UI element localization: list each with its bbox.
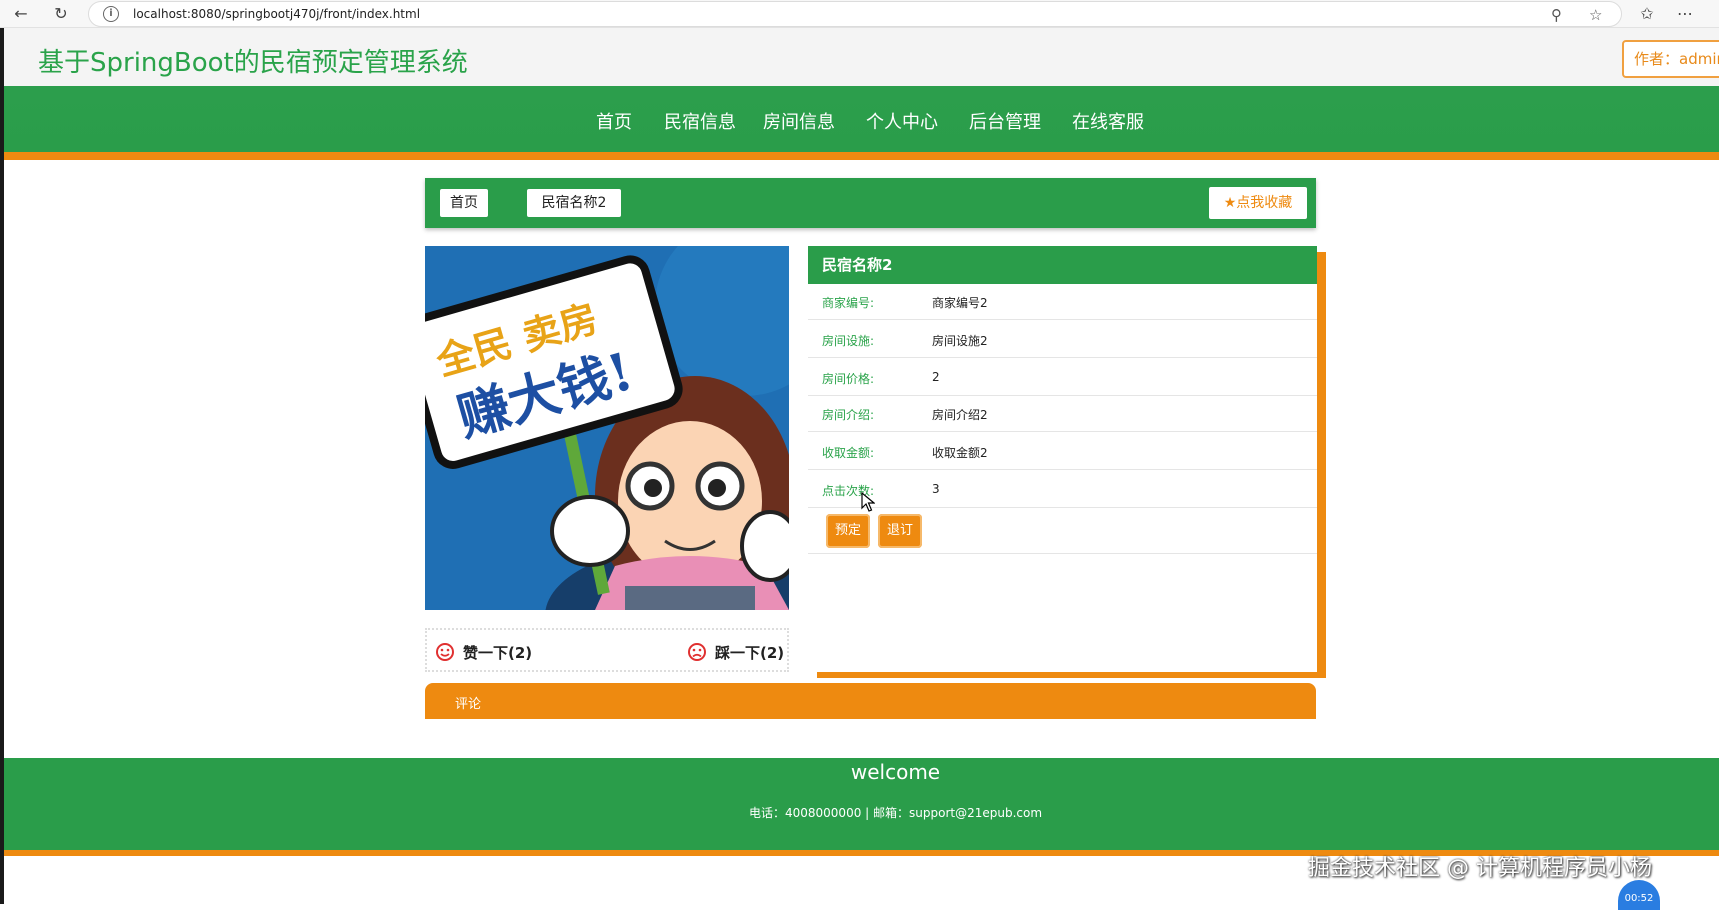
mouse-cursor-icon <box>861 492 875 512</box>
author-badge[interactable]: 作者：admin <box>1622 40 1719 78</box>
nav-item-home[interactable]: 首页 <box>596 108 632 134</box>
breadcrumb-current[interactable]: 民宿名称2 <box>527 189 621 217</box>
favorite-button[interactable]: ★点我收藏 <box>1209 187 1307 219</box>
smile-icon[interactable] <box>435 642 455 662</box>
site-info-icon[interactable]: i <box>103 6 119 22</box>
footer-title: welcome <box>850 760 941 784</box>
frown-icon[interactable] <box>687 642 707 662</box>
nav-item-support[interactable]: 在线客服 <box>1072 108 1144 134</box>
url-text: localhost:8080/springbootj470j/front/ind… <box>133 7 421 21</box>
watermark: 掘金技术社区 @ 计算机程序员小杨 <box>1308 856 1652 881</box>
detail-row: 收取金额: 收取金额2 <box>808 434 1317 470</box>
row-label: 房间设施: <box>822 334 875 348</box>
row-value: 房间设施2 <box>932 334 988 348</box>
row-value: 房间介绍2 <box>932 408 988 422</box>
breadcrumb: 首页 民宿名称2 ★点我收藏 <box>425 178 1316 228</box>
action-row: 预定 退订 <box>808 508 1317 554</box>
cartoon-illustration: 全民 卖房 赚大钱! <box>425 246 789 610</box>
reload-icon[interactable]: ↻ <box>50 3 72 25</box>
detail-row: 商家编号: 商家编号2 <box>808 284 1317 320</box>
detail-row: 房间介绍: 房间介绍2 <box>808 396 1317 432</box>
book-button[interactable]: 预定 <box>826 514 870 548</box>
cancel-booking-button[interactable]: 退订 <box>878 514 922 548</box>
row-value: 商家编号2 <box>932 296 988 310</box>
row-label: 房间价格: <box>822 372 875 386</box>
vote-bar: 赞一下(2) 踩一下(2) <box>425 628 789 672</box>
breadcrumb-home[interactable]: 首页 <box>440 189 488 217</box>
row-label: 收取金额: <box>822 446 875 460</box>
main-nav: 首页 民宿信息 房间信息 个人中心 后台管理 在线客服 <box>4 86 1719 160</box>
comment-label: 评论 <box>455 697 482 712</box>
nav-item-rooms[interactable]: 房间信息 <box>763 108 835 134</box>
more-icon[interactable]: ⋯ <box>1674 3 1696 25</box>
nav-item-homestay[interactable]: 民宿信息 <box>664 108 736 134</box>
row-label: 商家编号: <box>822 296 875 310</box>
detail-panel: 民宿名称2 商家编号: 商家编号2 房间设施: 房间设施2 房间价格: 2 房间… <box>808 246 1317 672</box>
detail-row: 房间价格: 2 <box>808 360 1317 396</box>
detail-row: 房间设施: 房间设施2 <box>808 322 1317 358</box>
favorites-icon[interactable]: ✩ <box>1636 3 1658 25</box>
footer-contact: 电话：4008000000 | 邮箱：support@21epub.com <box>748 806 1043 820</box>
nav-item-profile[interactable]: 个人中心 <box>866 108 938 134</box>
key-icon[interactable]: ⚲ <box>1551 5 1562 25</box>
row-value: 收取金额2 <box>932 446 988 460</box>
favorite-label: 点我收藏 <box>1236 195 1293 211</box>
star-filled-icon: ★ <box>1223 195 1237 211</box>
comment-section-header[interactable]: 评论 <box>425 683 1316 719</box>
address-bar[interactable]: i localhost:8080/springbootj470j/front/i… <box>88 1 1622 27</box>
detail-row: 点击次数: 3 <box>808 472 1317 508</box>
like-button[interactable]: 赞一下(2) <box>463 642 532 663</box>
site-header: 基于SpringBoot的民宿预定管理系统 作者：admin <box>4 28 1719 86</box>
row-label: 房间介绍: <box>822 408 875 422</box>
star-icon[interactable]: ☆ <box>1589 5 1602 25</box>
row-value: 2 <box>932 370 940 384</box>
homestay-photo[interactable]: 全民 卖房 赚大钱! <box>425 246 789 610</box>
recording-timer: 00:52 <box>1618 880 1660 910</box>
back-icon[interactable]: ← <box>10 3 32 25</box>
detail-title: 民宿名称2 <box>808 246 1317 284</box>
browser-toolbar: ← ↻ i localhost:8080/springbootj470j/fro… <box>0 0 1719 28</box>
footer: welcome 电话：4008000000 | 邮箱：support@21epu… <box>4 758 1719 856</box>
row-value: 3 <box>932 482 940 496</box>
dislike-button[interactable]: 踩一下(2) <box>715 642 784 663</box>
nav-item-admin[interactable]: 后台管理 <box>969 108 1041 134</box>
site-title: 基于SpringBoot的民宿预定管理系统 <box>38 48 468 78</box>
